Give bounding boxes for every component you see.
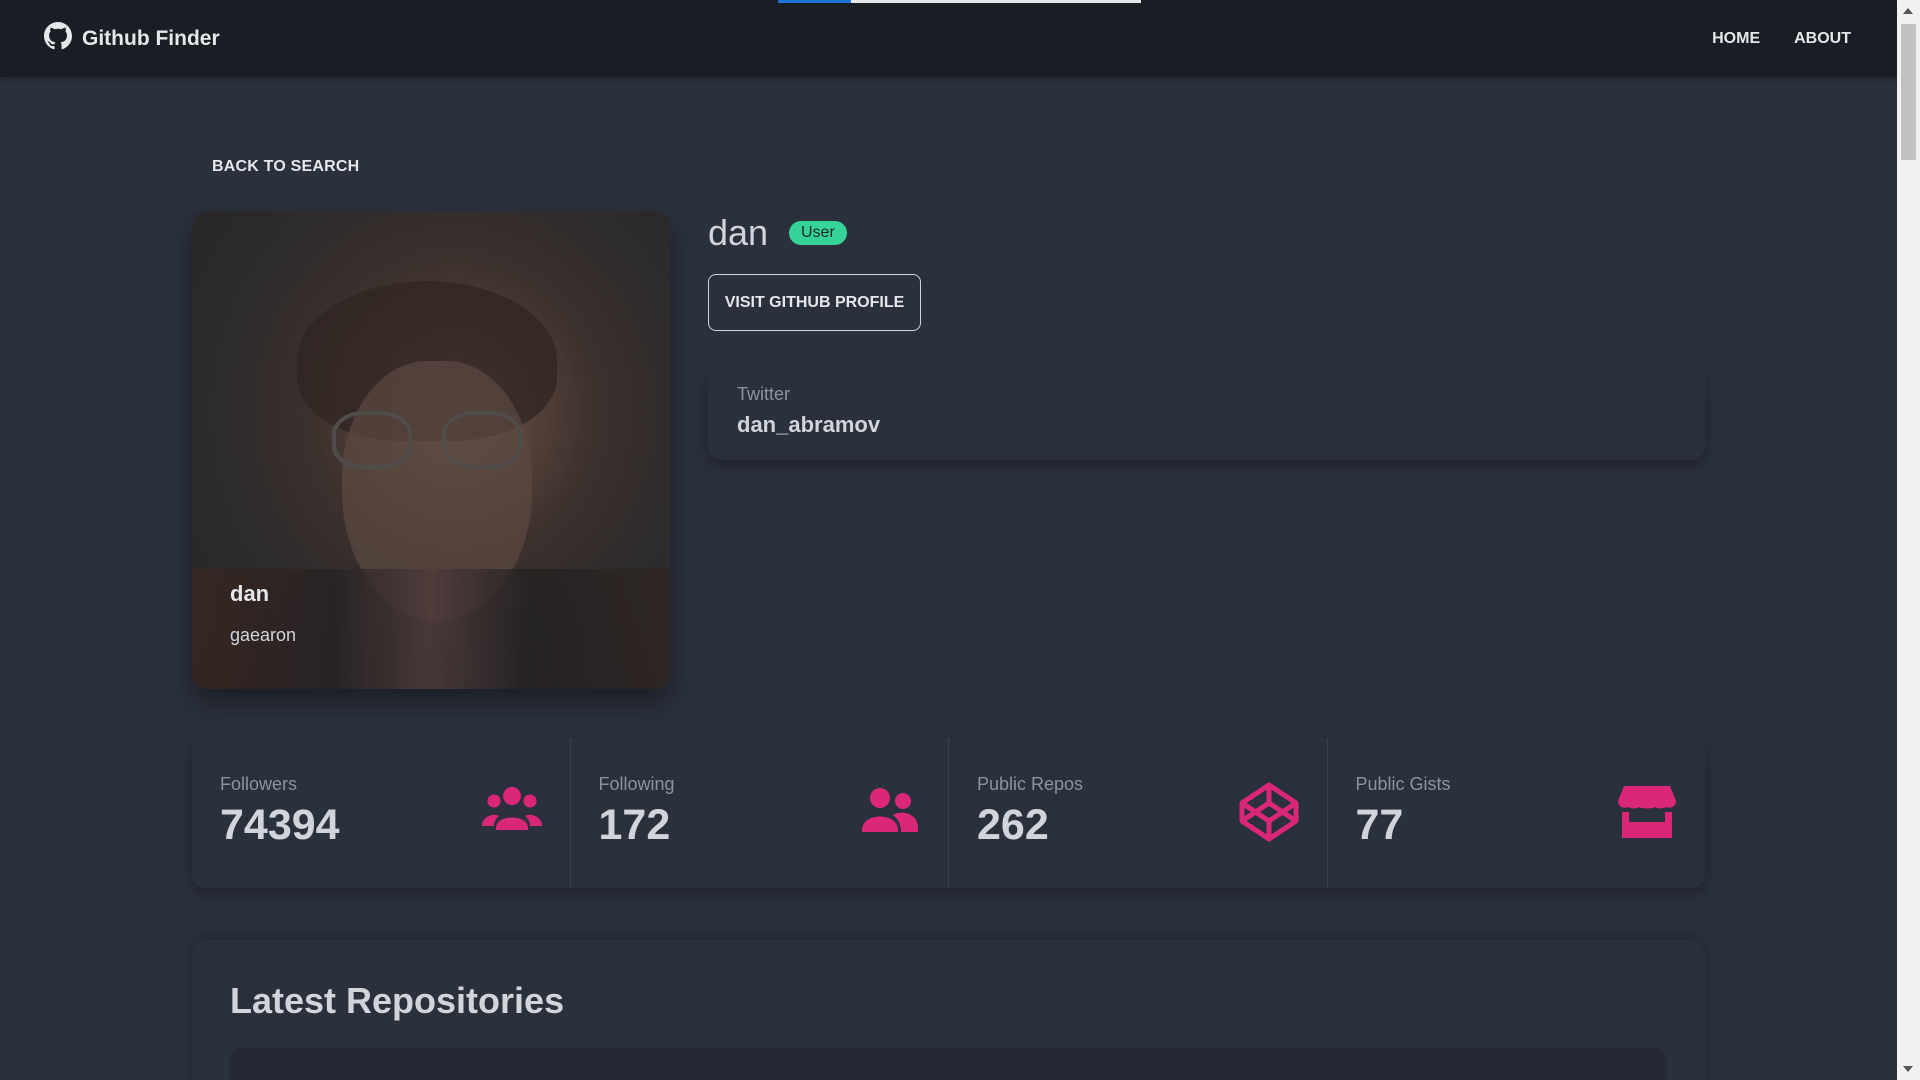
repos-title: Latest Repositories <box>230 980 565 1021</box>
twitter-value[interactable]: dan_abramov <box>737 412 880 438</box>
avatar-name: dan <box>230 581 270 606</box>
brand-title: Github Finder <box>82 26 220 50</box>
stat-followers: Followers 74394 <box>192 738 570 888</box>
profile-name: dan <box>708 212 769 253</box>
stats-panel: Followers 74394 Following 172 Public Rep… <box>192 738 1705 888</box>
repo-list-item[interactable] <box>230 1048 1666 1080</box>
back-to-search-button[interactable]: BACK TO SEARCH <box>205 150 366 184</box>
users-icon <box>481 782 542 842</box>
latest-repositories-section: Latest Repositories <box>192 940 1705 1080</box>
stat-public-repos: Public Repos 262 <box>948 738 1327 888</box>
loading-progress-fill <box>778 0 851 3</box>
avatar-login: gaearon <box>230 625 297 645</box>
navbar: Github Finder HOME ABOUT <box>0 0 1897 77</box>
scroll-up-arrow-icon[interactable] <box>1903 8 1913 14</box>
visit-github-profile-button[interactable]: VISIT GITHUB PROFILE <box>708 274 921 331</box>
nav-links: HOME ABOUT <box>1710 22 1853 56</box>
nav-about-link[interactable]: ABOUT <box>1792 22 1853 56</box>
scrollbar-thumb[interactable] <box>1901 24 1916 160</box>
store-icon <box>1617 782 1677 842</box>
user-type-badge: User <box>789 221 847 245</box>
codepen-icon <box>1239 782 1299 842</box>
brand[interactable]: Github Finder <box>44 21 220 56</box>
stat-public-gists: Public Gists 77 <box>1326 738 1706 888</box>
stat-following: Following 172 <box>569 738 949 888</box>
nav-home-link[interactable]: HOME <box>1710 22 1762 56</box>
page-scrollbar[interactable] <box>1897 0 1920 1080</box>
avatar-card: dan gaearon <box>192 211 670 689</box>
scroll-down-arrow-icon[interactable] <box>1903 1066 1913 1072</box>
twitter-card: Twitter dan_abramov <box>708 366 1705 460</box>
github-icon <box>44 21 72 56</box>
twitter-label: Twitter <box>737 384 791 404</box>
loading-progress-bar <box>778 0 1141 3</box>
user-friends-icon <box>860 782 920 842</box>
